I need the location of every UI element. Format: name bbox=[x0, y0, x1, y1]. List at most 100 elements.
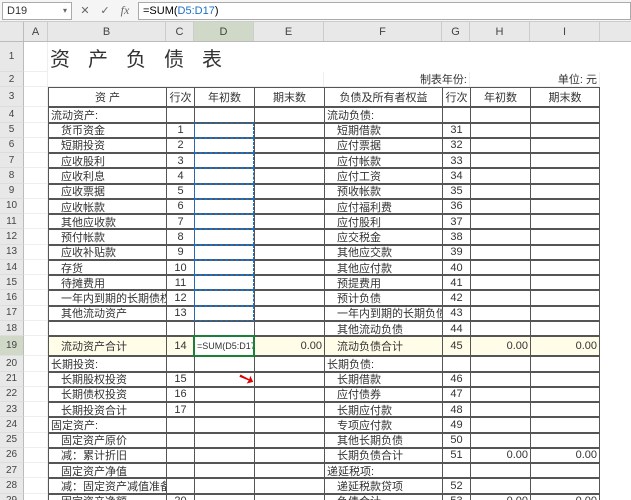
cell-C27[interactable] bbox=[166, 463, 194, 478]
cell-A5[interactable] bbox=[24, 123, 48, 138]
cell-E3[interactable]: 期末数 bbox=[254, 87, 324, 107]
cell-B18[interactable] bbox=[48, 321, 166, 336]
cell-G21[interactable]: 46 bbox=[442, 372, 470, 387]
cell-F16[interactable]: 预计负债 bbox=[324, 290, 442, 305]
cell-F14[interactable]: 其他应付款 bbox=[324, 260, 442, 275]
cell-I10[interactable] bbox=[530, 199, 600, 214]
row-header-20[interactable]: 20 bbox=[0, 356, 24, 371]
cell-D15[interactable] bbox=[194, 275, 254, 290]
cell-H29[interactable]: 0.00 bbox=[470, 494, 530, 500]
cell-E7[interactable] bbox=[254, 153, 324, 168]
cell-I11[interactable] bbox=[530, 214, 600, 229]
cell-I16[interactable] bbox=[530, 290, 600, 305]
cell-H12[interactable] bbox=[470, 229, 530, 244]
row-header-8[interactable]: 8 bbox=[0, 168, 24, 183]
cell-E4[interactable] bbox=[254, 107, 324, 122]
cell-E26[interactable] bbox=[254, 448, 324, 463]
cell-E17[interactable] bbox=[254, 306, 324, 321]
cell-F24[interactable]: 专项应付款 bbox=[324, 417, 442, 432]
cell-E13[interactable] bbox=[254, 245, 324, 260]
cell-D28[interactable] bbox=[194, 478, 254, 493]
cell-A24[interactable] bbox=[24, 417, 48, 432]
cell-F26[interactable]: 长期负债合计 bbox=[324, 448, 442, 463]
cell-I19[interactable]: 0.00 bbox=[530, 336, 600, 356]
column-header-C[interactable]: C bbox=[166, 22, 194, 41]
cell-G11[interactable]: 37 bbox=[442, 214, 470, 229]
cell-H23[interactable] bbox=[470, 402, 530, 417]
cell-H17[interactable] bbox=[470, 306, 530, 321]
row-header-26[interactable]: 26 bbox=[0, 448, 24, 463]
spreadsheet-grid[interactable]: ABCDEFGHI 1资产负债表2制表年份:单位: 元3资 产行次年初数期末数负… bbox=[0, 22, 631, 500]
cell-F5[interactable]: 短期借款 bbox=[324, 123, 442, 138]
cell-I15[interactable] bbox=[530, 275, 600, 290]
cell-G14[interactable]: 40 bbox=[442, 260, 470, 275]
cell-G13[interactable]: 39 bbox=[442, 245, 470, 260]
cell-G17[interactable]: 43 bbox=[442, 306, 470, 321]
cell-A7[interactable] bbox=[24, 153, 48, 168]
cell-C14[interactable]: 10 bbox=[166, 260, 194, 275]
cell-D22[interactable] bbox=[194, 387, 254, 402]
cell-A14[interactable] bbox=[24, 260, 48, 275]
cell-E24[interactable] bbox=[254, 417, 324, 432]
row-header-24[interactable]: 24 bbox=[0, 417, 24, 432]
row-header-21[interactable]: 21 bbox=[0, 372, 24, 387]
cell-H27[interactable] bbox=[470, 463, 530, 478]
cell-G9[interactable]: 35 bbox=[442, 184, 470, 199]
cell-C8[interactable]: 4 bbox=[166, 168, 194, 183]
cell-G3[interactable]: 行次 bbox=[442, 87, 470, 107]
cell-D25[interactable] bbox=[194, 433, 254, 448]
cell-C7[interactable]: 3 bbox=[166, 153, 194, 168]
cell-F3[interactable]: 负债及所有者权益 bbox=[324, 87, 442, 107]
cell-A18[interactable] bbox=[24, 321, 48, 336]
cell-A25[interactable] bbox=[24, 433, 48, 448]
cell-B29[interactable]: 固定资产净额 bbox=[48, 494, 166, 500]
cell-E22[interactable] bbox=[254, 387, 324, 402]
cell-A22[interactable] bbox=[24, 387, 48, 402]
cell-E29[interactable] bbox=[254, 494, 324, 500]
column-header-H[interactable]: H bbox=[470, 22, 530, 41]
row-header-4[interactable]: 4 bbox=[0, 107, 24, 122]
cell-A13[interactable] bbox=[24, 245, 48, 260]
cell-I23[interactable] bbox=[530, 402, 600, 417]
row-header-28[interactable]: 28 bbox=[0, 478, 24, 493]
row-header-12[interactable]: 12 bbox=[0, 229, 24, 244]
cell-G22[interactable]: 47 bbox=[442, 387, 470, 402]
cancel-icon[interactable]: ✕ bbox=[76, 2, 94, 20]
cell-A15[interactable] bbox=[24, 275, 48, 290]
cell-D9[interactable] bbox=[194, 184, 254, 199]
cell-H20[interactable] bbox=[470, 356, 530, 371]
cell-D4[interactable] bbox=[194, 107, 254, 122]
fx-icon[interactable]: fx bbox=[116, 2, 134, 20]
row-header-18[interactable]: 18 bbox=[0, 321, 24, 336]
column-header-D[interactable]: D bbox=[194, 22, 254, 41]
cell-C21[interactable]: 15 bbox=[166, 372, 194, 387]
cell-F18[interactable]: 其他流动负债 bbox=[324, 321, 442, 336]
cell-F20[interactable]: 长期负债: bbox=[324, 356, 442, 371]
cell-G6[interactable]: 32 bbox=[442, 138, 470, 153]
cell-F17[interactable]: 一年内到期的长期负债 bbox=[324, 306, 442, 321]
cell-H8[interactable] bbox=[470, 168, 530, 183]
cell-H9[interactable] bbox=[470, 184, 530, 199]
cell-E8[interactable] bbox=[254, 168, 324, 183]
cell-G29[interactable]: 53 bbox=[442, 494, 470, 500]
row-header-7[interactable]: 7 bbox=[0, 153, 24, 168]
cell-E9[interactable] bbox=[254, 184, 324, 199]
cell-G8[interactable]: 34 bbox=[442, 168, 470, 183]
row-header-22[interactable]: 22 bbox=[0, 387, 24, 402]
cell-A6[interactable] bbox=[24, 138, 48, 153]
row-header-15[interactable]: 15 bbox=[0, 275, 24, 290]
cell-D7[interactable] bbox=[194, 153, 254, 168]
cell-H2[interactable]: 单位: 元 bbox=[470, 72, 600, 87]
row-header-1[interactable]: 1 bbox=[0, 42, 24, 72]
cell-I8[interactable] bbox=[530, 168, 600, 183]
cell-G12[interactable]: 38 bbox=[442, 229, 470, 244]
cell-I17[interactable] bbox=[530, 306, 600, 321]
cell-D21[interactable] bbox=[194, 372, 254, 387]
cell-E28[interactable] bbox=[254, 478, 324, 493]
cell-B25[interactable]: 固定资产原价 bbox=[48, 433, 166, 448]
cell-E14[interactable] bbox=[254, 260, 324, 275]
cell-C4[interactable] bbox=[166, 107, 194, 122]
cell-I14[interactable] bbox=[530, 260, 600, 275]
cell-A26[interactable] bbox=[24, 448, 48, 463]
cell-F23[interactable]: 长期应付款 bbox=[324, 402, 442, 417]
